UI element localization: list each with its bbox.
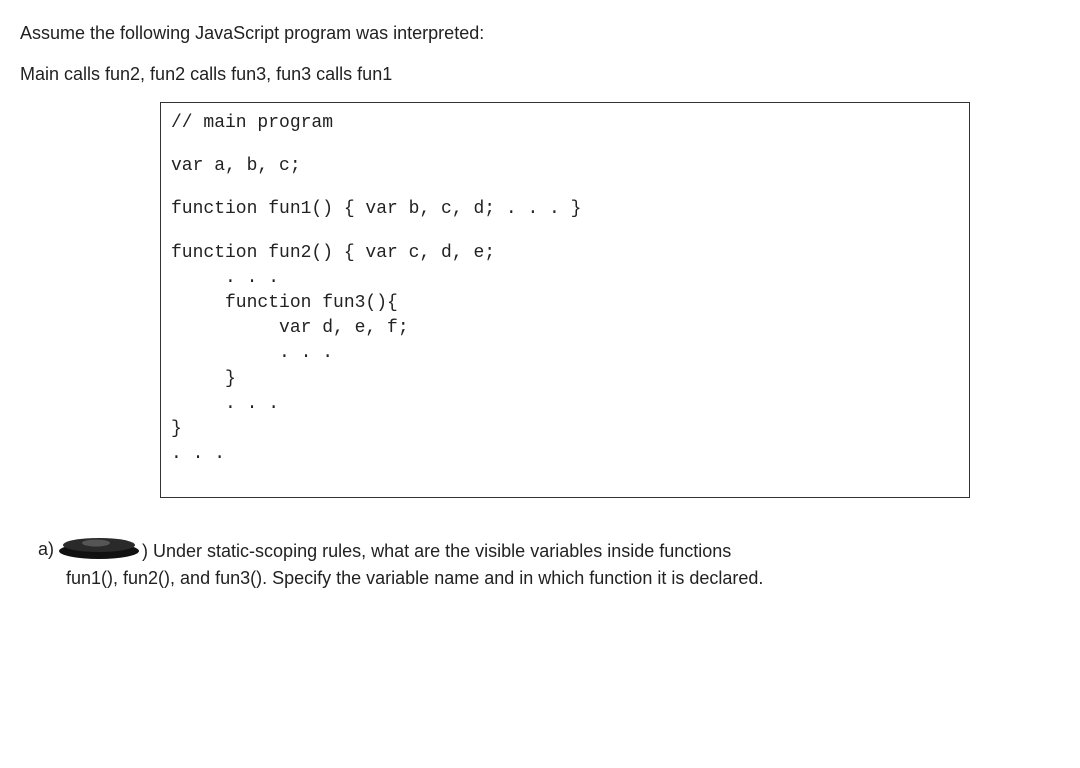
redaction-mark-icon: [58, 536, 140, 560]
code-line: . . .: [171, 341, 959, 366]
question-a: a) ) Under static-scoping rules, what ar…: [38, 538, 1060, 565]
code-line: // main program: [171, 111, 959, 136]
question-label: a): [38, 538, 54, 560]
code-line: function fun3(){: [171, 291, 959, 316]
code-line: var a, b, c;: [171, 154, 959, 179]
intro-text-1: Assume the following JavaScript program …: [20, 20, 1060, 47]
code-line: . . .: [171, 442, 959, 467]
intro-text-2: Main calls fun2, fun2 calls fun3, fun3 c…: [20, 61, 1060, 88]
question-first: Under static-scoping rules, what are the…: [148, 541, 731, 561]
code-line: function fun2() { var c, d, e;: [171, 241, 959, 266]
code-line: }: [171, 417, 959, 442]
code-line: . . .: [171, 266, 959, 291]
code-line: }: [171, 367, 959, 392]
question-text-rest: fun1(), fun2(), and fun3(). Specify the …: [66, 565, 1060, 592]
code-box: // main program var a, b, c; function fu…: [160, 102, 970, 498]
code-line: function fun1() { var b, c, d; . . . }: [171, 197, 959, 222]
code-line: . . .: [171, 392, 959, 417]
question-text-line1: ) Under static-scoping rules, what are t…: [142, 538, 1060, 565]
code-line: var d, e, f;: [171, 316, 959, 341]
